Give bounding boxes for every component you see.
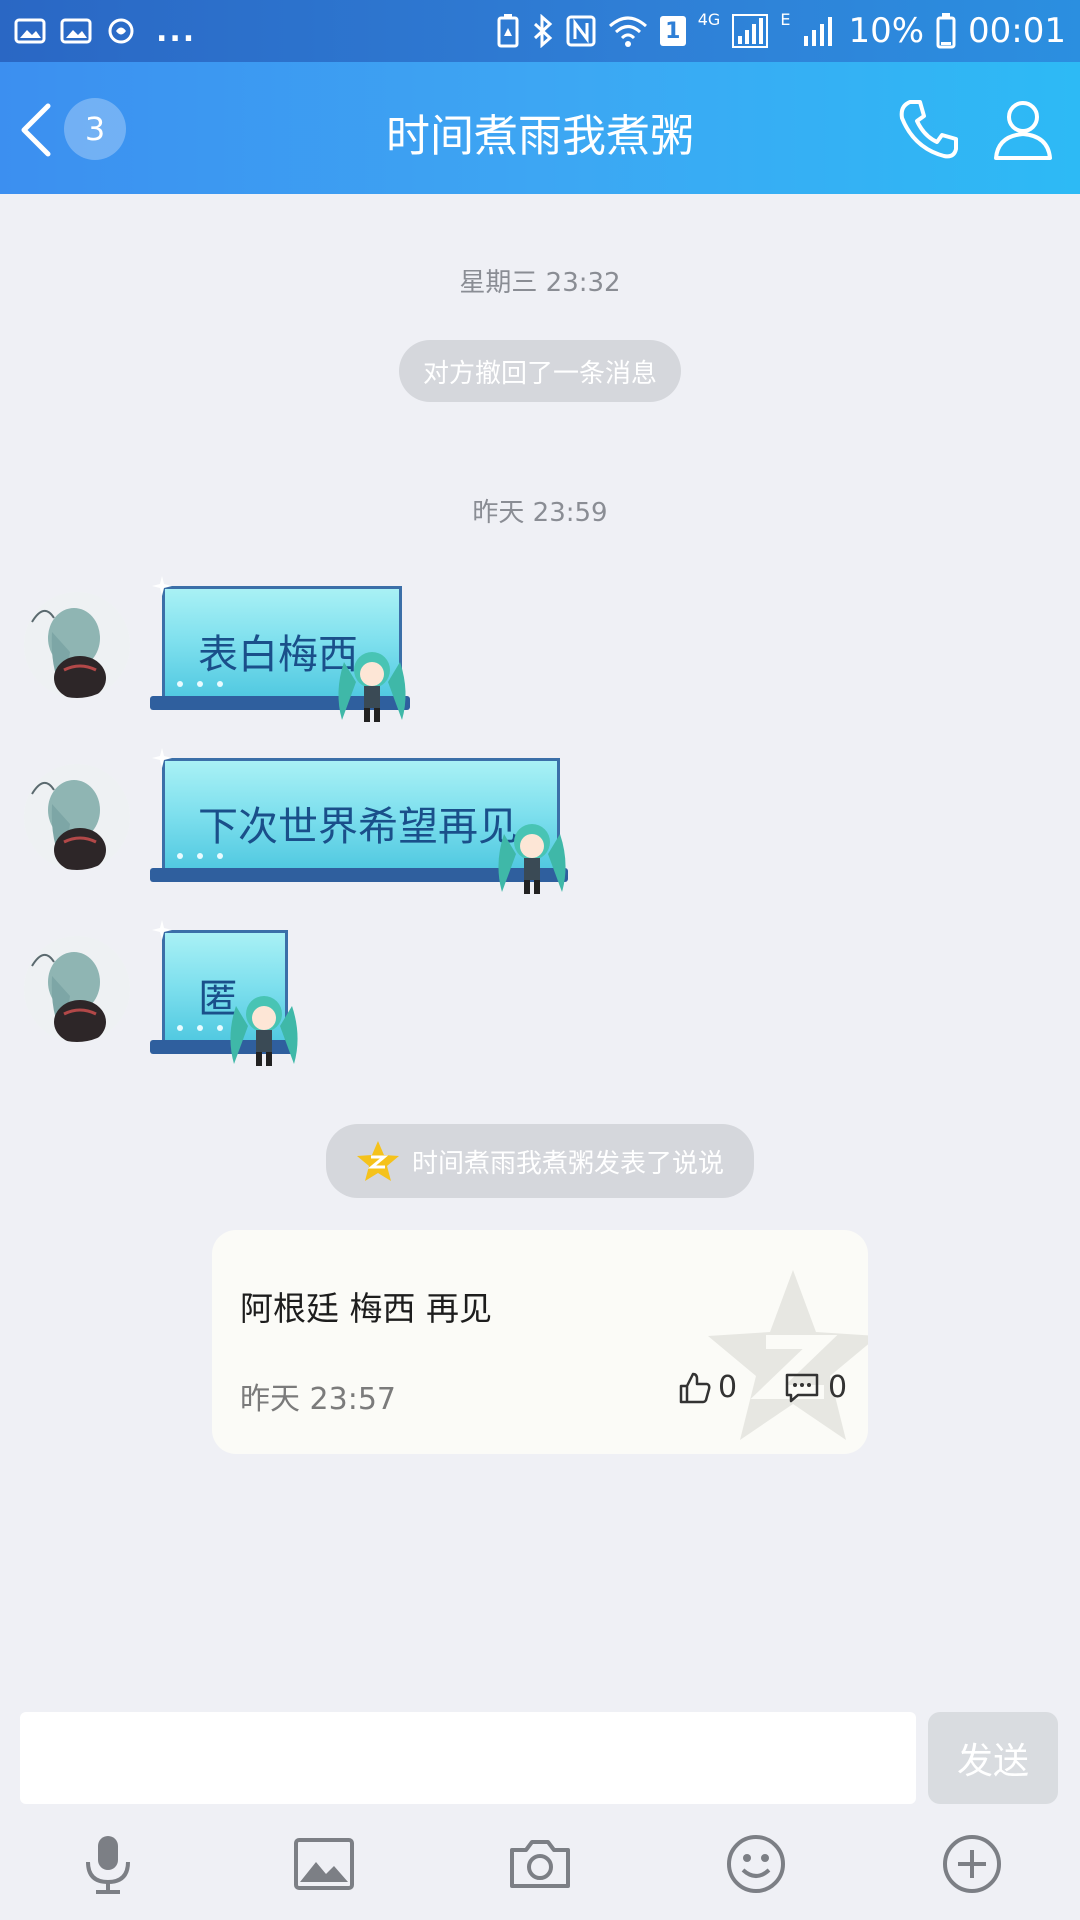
network-type-4g: 4G: [697, 9, 721, 29]
camera-icon[interactable]: [508, 1832, 572, 1896]
send-button[interactable]: 发送: [928, 1712, 1058, 1804]
feed-post-card[interactable]: 阿根廷 梅西 再见 昨天 23:57 0 0: [212, 1230, 868, 1454]
chevron-left-icon: [21, 103, 51, 157]
avatar[interactable]: [24, 764, 130, 870]
sim-slot-badge: 1: [659, 16, 686, 46]
miku-sticker-icon: [230, 996, 298, 1066]
notification-icons: ...: [0, 14, 196, 49]
like-button[interactable]: 0: [678, 1370, 737, 1405]
plus-icon[interactable]: [940, 1832, 1004, 1896]
battery-saver-icon: [497, 14, 519, 48]
microphone-icon[interactable]: [76, 1832, 140, 1896]
feed-post-time: 昨天 23:57: [240, 1382, 396, 1417]
avatar-image: [24, 764, 130, 870]
network-type-e: E: [780, 9, 791, 29]
recall-notice: 对方撤回了一条消息: [398, 340, 682, 402]
wifi-icon: [608, 16, 647, 47]
avatar-image: [24, 592, 130, 698]
signal-2-icon: [804, 17, 833, 46]
gallery-notification-icon: [14, 18, 46, 44]
miku-sticker-icon: [338, 652, 406, 722]
timestamp: 昨天 23:59: [472, 498, 608, 528]
message-input[interactable]: [20, 1712, 916, 1804]
more-notifications: ...: [156, 13, 197, 49]
app-notification-icon: [108, 18, 134, 44]
image-icon[interactable]: [292, 1832, 356, 1896]
page-title: 时间煮雨我煮粥: [386, 111, 694, 162]
emoji-icon[interactable]: [724, 1832, 788, 1896]
profile-button[interactable]: [990, 96, 1056, 162]
sparkle-icon: [152, 748, 172, 768]
like-count: 0: [718, 1370, 738, 1405]
sparkle-icon: [152, 576, 172, 596]
avatar[interactable]: [24, 592, 130, 698]
message-bubble[interactable]: 表白梅西: [150, 576, 410, 722]
bluetooth-icon: [533, 14, 552, 48]
miku-sticker-icon: [498, 824, 566, 894]
phone-call-button[interactable]: [896, 96, 962, 162]
status-bar: ... 1 4G E 10% 00:01: [0, 0, 1080, 62]
thumbs-up-icon: [679, 1372, 711, 1403]
post-notice-text: 时间煮雨我煮粥发表了说说: [411, 1148, 725, 1179]
back-button[interactable]: 3: [18, 98, 148, 162]
bubble-dots-decoration: [177, 853, 223, 859]
comment-count: 0: [828, 1370, 848, 1405]
chat-header: 3 时间煮雨我煮粥: [0, 62, 1080, 194]
nfc-icon: [566, 15, 596, 47]
battery-percent: 10%: [848, 11, 925, 51]
qzone-watermark-icon: [708, 1270, 868, 1440]
comment-button[interactable]: 0: [784, 1370, 847, 1405]
clock: 00:01: [968, 11, 1066, 51]
avatar-image: [24, 936, 130, 1042]
sparkle-icon: [152, 920, 172, 940]
message-bubble[interactable]: 下次世界希望再见: [150, 748, 568, 894]
timestamp: 星期三 23:32: [459, 268, 621, 298]
avatar[interactable]: [24, 936, 130, 1042]
message-bubble[interactable]: 匿: [150, 920, 298, 1066]
unread-count-badge: 3: [64, 98, 126, 160]
system-icons: 1 4G E 10% 00:01: [496, 9, 1080, 51]
post-notice[interactable]: 时间煮雨我煮粥发表了说说: [325, 1124, 755, 1198]
bubble-dots-decoration: [177, 681, 223, 687]
gallery-notification-icon: [60, 18, 92, 44]
comment-icon: [785, 1373, 819, 1402]
feed-post-text: 阿根廷 梅西 再见: [240, 1289, 492, 1328]
signal-icon: [732, 14, 769, 48]
battery-icon: [936, 13, 956, 49]
recall-notice-text: 对方撤回了一条消息: [422, 358, 658, 389]
qzone-star-icon: [356, 1141, 399, 1181]
message-text: 下次世界希望再见: [198, 804, 518, 850]
